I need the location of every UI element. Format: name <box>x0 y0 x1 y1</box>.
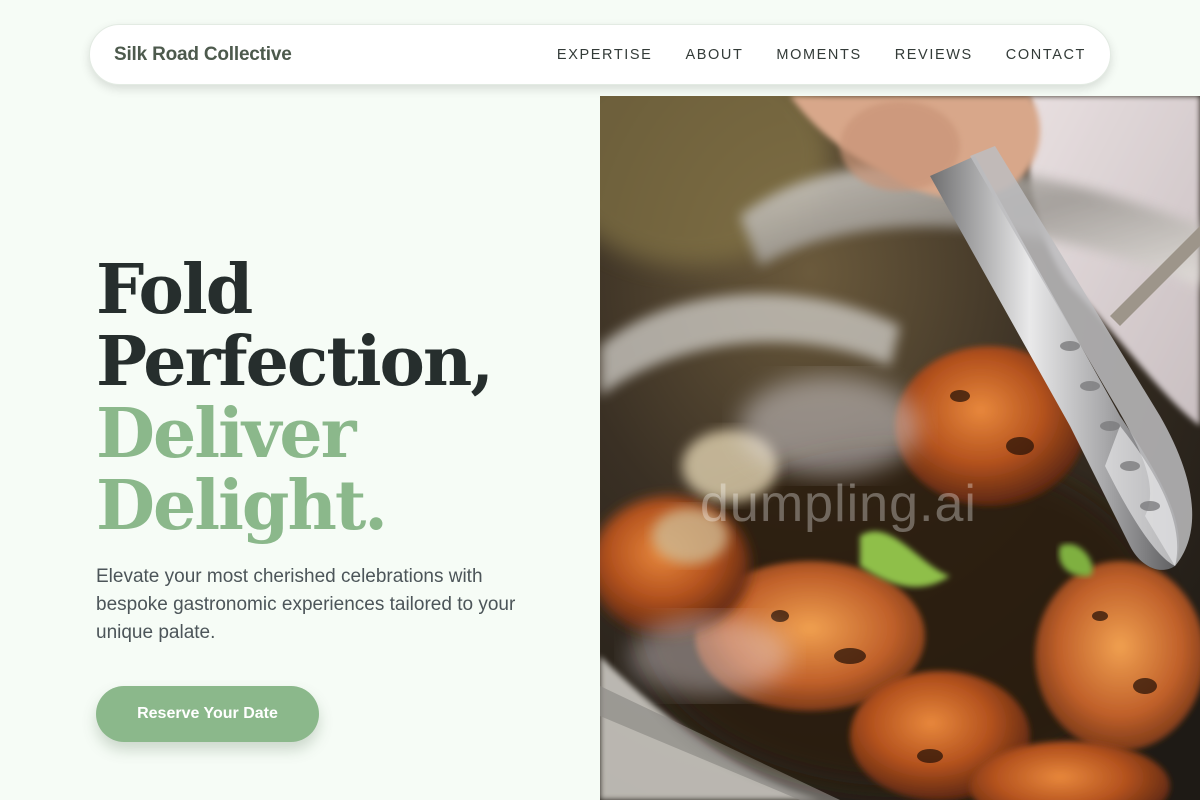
hero-title-line-4: Delight. <box>96 466 388 546</box>
hero-title-line-2: Perfection, <box>96 322 494 402</box>
nav-link-reviews[interactable]: REVIEWS <box>895 47 973 63</box>
brand-logo[interactable]: Silk Road Collective <box>114 44 292 66</box>
hero-food-image: dumpling.ai <box>600 96 1200 800</box>
hero-title-line-1: Fold <box>96 250 253 330</box>
nav-link-contact[interactable]: CONTACT <box>1006 47 1086 63</box>
image-watermark: dumpling.ai <box>700 475 977 533</box>
hero-title: Fold Perfection, Deliver Delight. <box>96 250 494 546</box>
nav-link-expertise[interactable]: EXPERTISE <box>557 47 653 63</box>
nav-link-moments[interactable]: MOMENTS <box>776 47 861 63</box>
grilled-chicken-illustration <box>600 96 1200 800</box>
nav-links: EXPERTISE ABOUT MOMENTS REVIEWS CONTACT <box>524 47 1086 63</box>
reserve-date-button[interactable]: Reserve Your Date <box>96 686 319 742</box>
top-navigation: Silk Road Collective EXPERTISE ABOUT MOM… <box>89 24 1111 85</box>
hero-subtitle: Elevate your most cherished celebrations… <box>96 566 516 643</box>
hero-title-line-3: Deliver <box>96 394 357 474</box>
nav-link-about[interactable]: ABOUT <box>685 47 743 63</box>
